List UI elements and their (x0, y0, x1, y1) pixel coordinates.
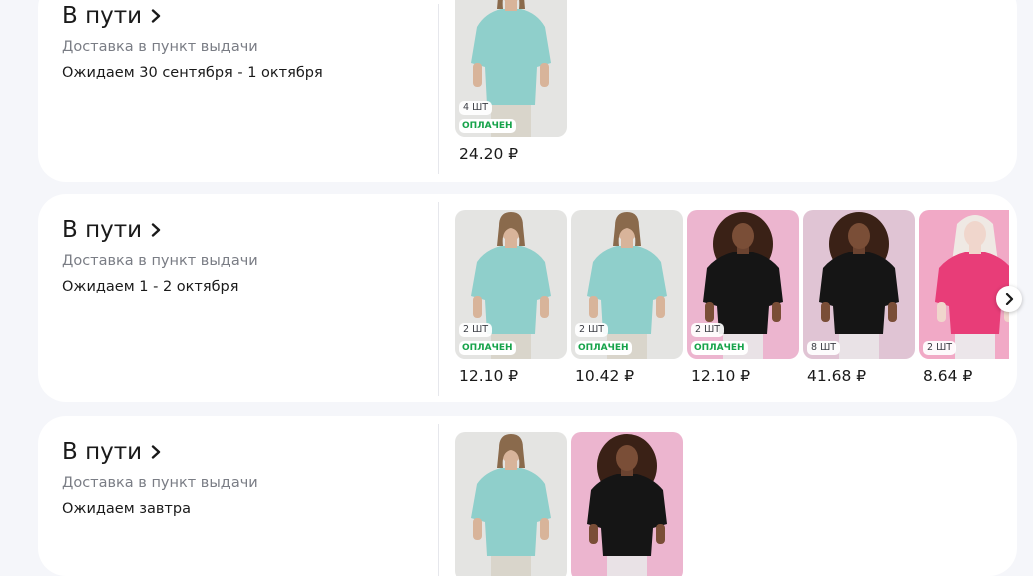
black-tshirt-image (571, 432, 683, 576)
chevron-right-icon (151, 223, 161, 237)
product-photo-mint-tshirt (455, 432, 567, 576)
chevron-right-icon (1005, 293, 1013, 305)
vertical-divider (438, 202, 439, 396)
expected-delivery-date: Ожидаем завтра (62, 501, 191, 517)
item-price: 24.20 ₽ (459, 145, 519, 163)
expected-delivery-date: Ожидаем 1 - 2 октября (62, 279, 239, 295)
order-item[interactable] (455, 432, 567, 576)
chevron-right-icon (151, 445, 161, 459)
delivery-type: Доставка в пункт выдачи (62, 253, 258, 269)
mint-tshirt-image (455, 432, 567, 576)
order-status-link[interactable]: В пути (62, 2, 432, 30)
order-status-link[interactable]: В пути (62, 438, 432, 466)
delivery-type: Доставка в пункт выдачи (62, 39, 258, 55)
quantity-badge: 2 ШТ (691, 323, 725, 337)
item-price: 12.10 ₽ (691, 367, 751, 385)
order-item[interactable]: 4 ШТ ОПЛАЧЕН 24.20 ₽ (455, 0, 567, 164)
order-item[interactable]: 2 ШТ ОПЛАЧЕН 10.42 ₽ (571, 210, 683, 386)
order-card: В пути Доставка в пункт выдачи Ожидаем 3… (38, 0, 1017, 182)
item-price: 41.68 ₽ (807, 367, 867, 385)
black-tshirt-image (803, 210, 915, 359)
item-price: 10.42 ₽ (575, 367, 635, 385)
vertical-divider (438, 4, 439, 174)
order-info: В пути Доставка в пункт выдачи Ожидаем з… (62, 438, 432, 518)
order-status-label: В пути (62, 3, 143, 29)
pink-tshirt-image (919, 210, 1009, 359)
carousel-next-button[interactable] (996, 286, 1022, 312)
order-status-label: В пути (62, 439, 143, 465)
paid-badge: ОПЛАЧЕН (691, 341, 748, 355)
delivery-type: Доставка в пункт выдачи (62, 475, 258, 491)
product-photo-black-tshirt: 8 ШТ (803, 210, 915, 359)
order-info: В пути Доставка в пункт выдачи Ожидаем 3… (62, 2, 432, 82)
expected-delivery-date: Ожидаем 30 сентября - 1 октября (62, 65, 323, 81)
order-items: 4 ШТ ОПЛАЧЕН 24.20 ₽ (455, 0, 567, 164)
item-price: 12.10 ₽ (459, 367, 519, 385)
order-item[interactable]: 2 ШТ ОПЛАЧЕН 12.10 ₽ (687, 210, 799, 386)
product-photo-black-tshirt: 2 ШТ ОПЛАЧЕН (687, 210, 799, 359)
product-photo-black-tshirt (571, 432, 683, 576)
vertical-divider (438, 424, 439, 576)
quantity-badge: 2 ШТ (923, 341, 957, 355)
order-info: В пути Доставка в пункт выдачи Ожидаем 1… (62, 216, 432, 296)
order-items (455, 432, 683, 576)
mint-tshirt-image (455, 0, 567, 137)
order-item[interactable]: 8 ШТ 41.68 ₽ (803, 210, 915, 386)
quantity-badge: 2 ШТ (459, 323, 493, 337)
order-item[interactable] (571, 432, 683, 576)
paid-badge: ОПЛАЧЕН (459, 341, 516, 355)
product-photo-mint-tshirt: 2 ШТ ОПЛАЧЕН (571, 210, 683, 359)
quantity-badge: 8 ШТ (807, 341, 841, 355)
paid-badge: ОПЛАЧЕН (459, 119, 516, 133)
paid-badge: ОПЛАЧЕН (575, 341, 632, 355)
quantity-badge: 4 ШТ (459, 101, 493, 115)
product-photo-mint-tshirt: 2 ШТ ОПЛАЧЕН (455, 210, 567, 359)
order-card: В пути Доставка в пункт выдачи Ожидаем 1… (38, 194, 1017, 402)
order-status-link[interactable]: В пути (62, 216, 432, 244)
order-item[interactable]: 2 ШТ ОПЛАЧЕН 12.10 ₽ (455, 210, 567, 386)
order-status-label: В пути (62, 217, 143, 243)
item-price: 8.64 ₽ (923, 367, 973, 385)
product-photo-pink-tshirt: 2 ШТ (919, 210, 1009, 359)
product-photo-mint-tshirt: 4 ШТ ОПЛАЧЕН (455, 0, 567, 137)
quantity-badge: 2 ШТ (575, 323, 609, 337)
order-card: В пути Доставка в пункт выдачи Ожидаем з… (38, 416, 1017, 576)
order-items: 2 ШТ ОПЛАЧЕН 12.10 ₽ 2 ШТ ОПЛАЧЕН 10.42 … (455, 210, 1009, 386)
chevron-right-icon (151, 9, 161, 23)
